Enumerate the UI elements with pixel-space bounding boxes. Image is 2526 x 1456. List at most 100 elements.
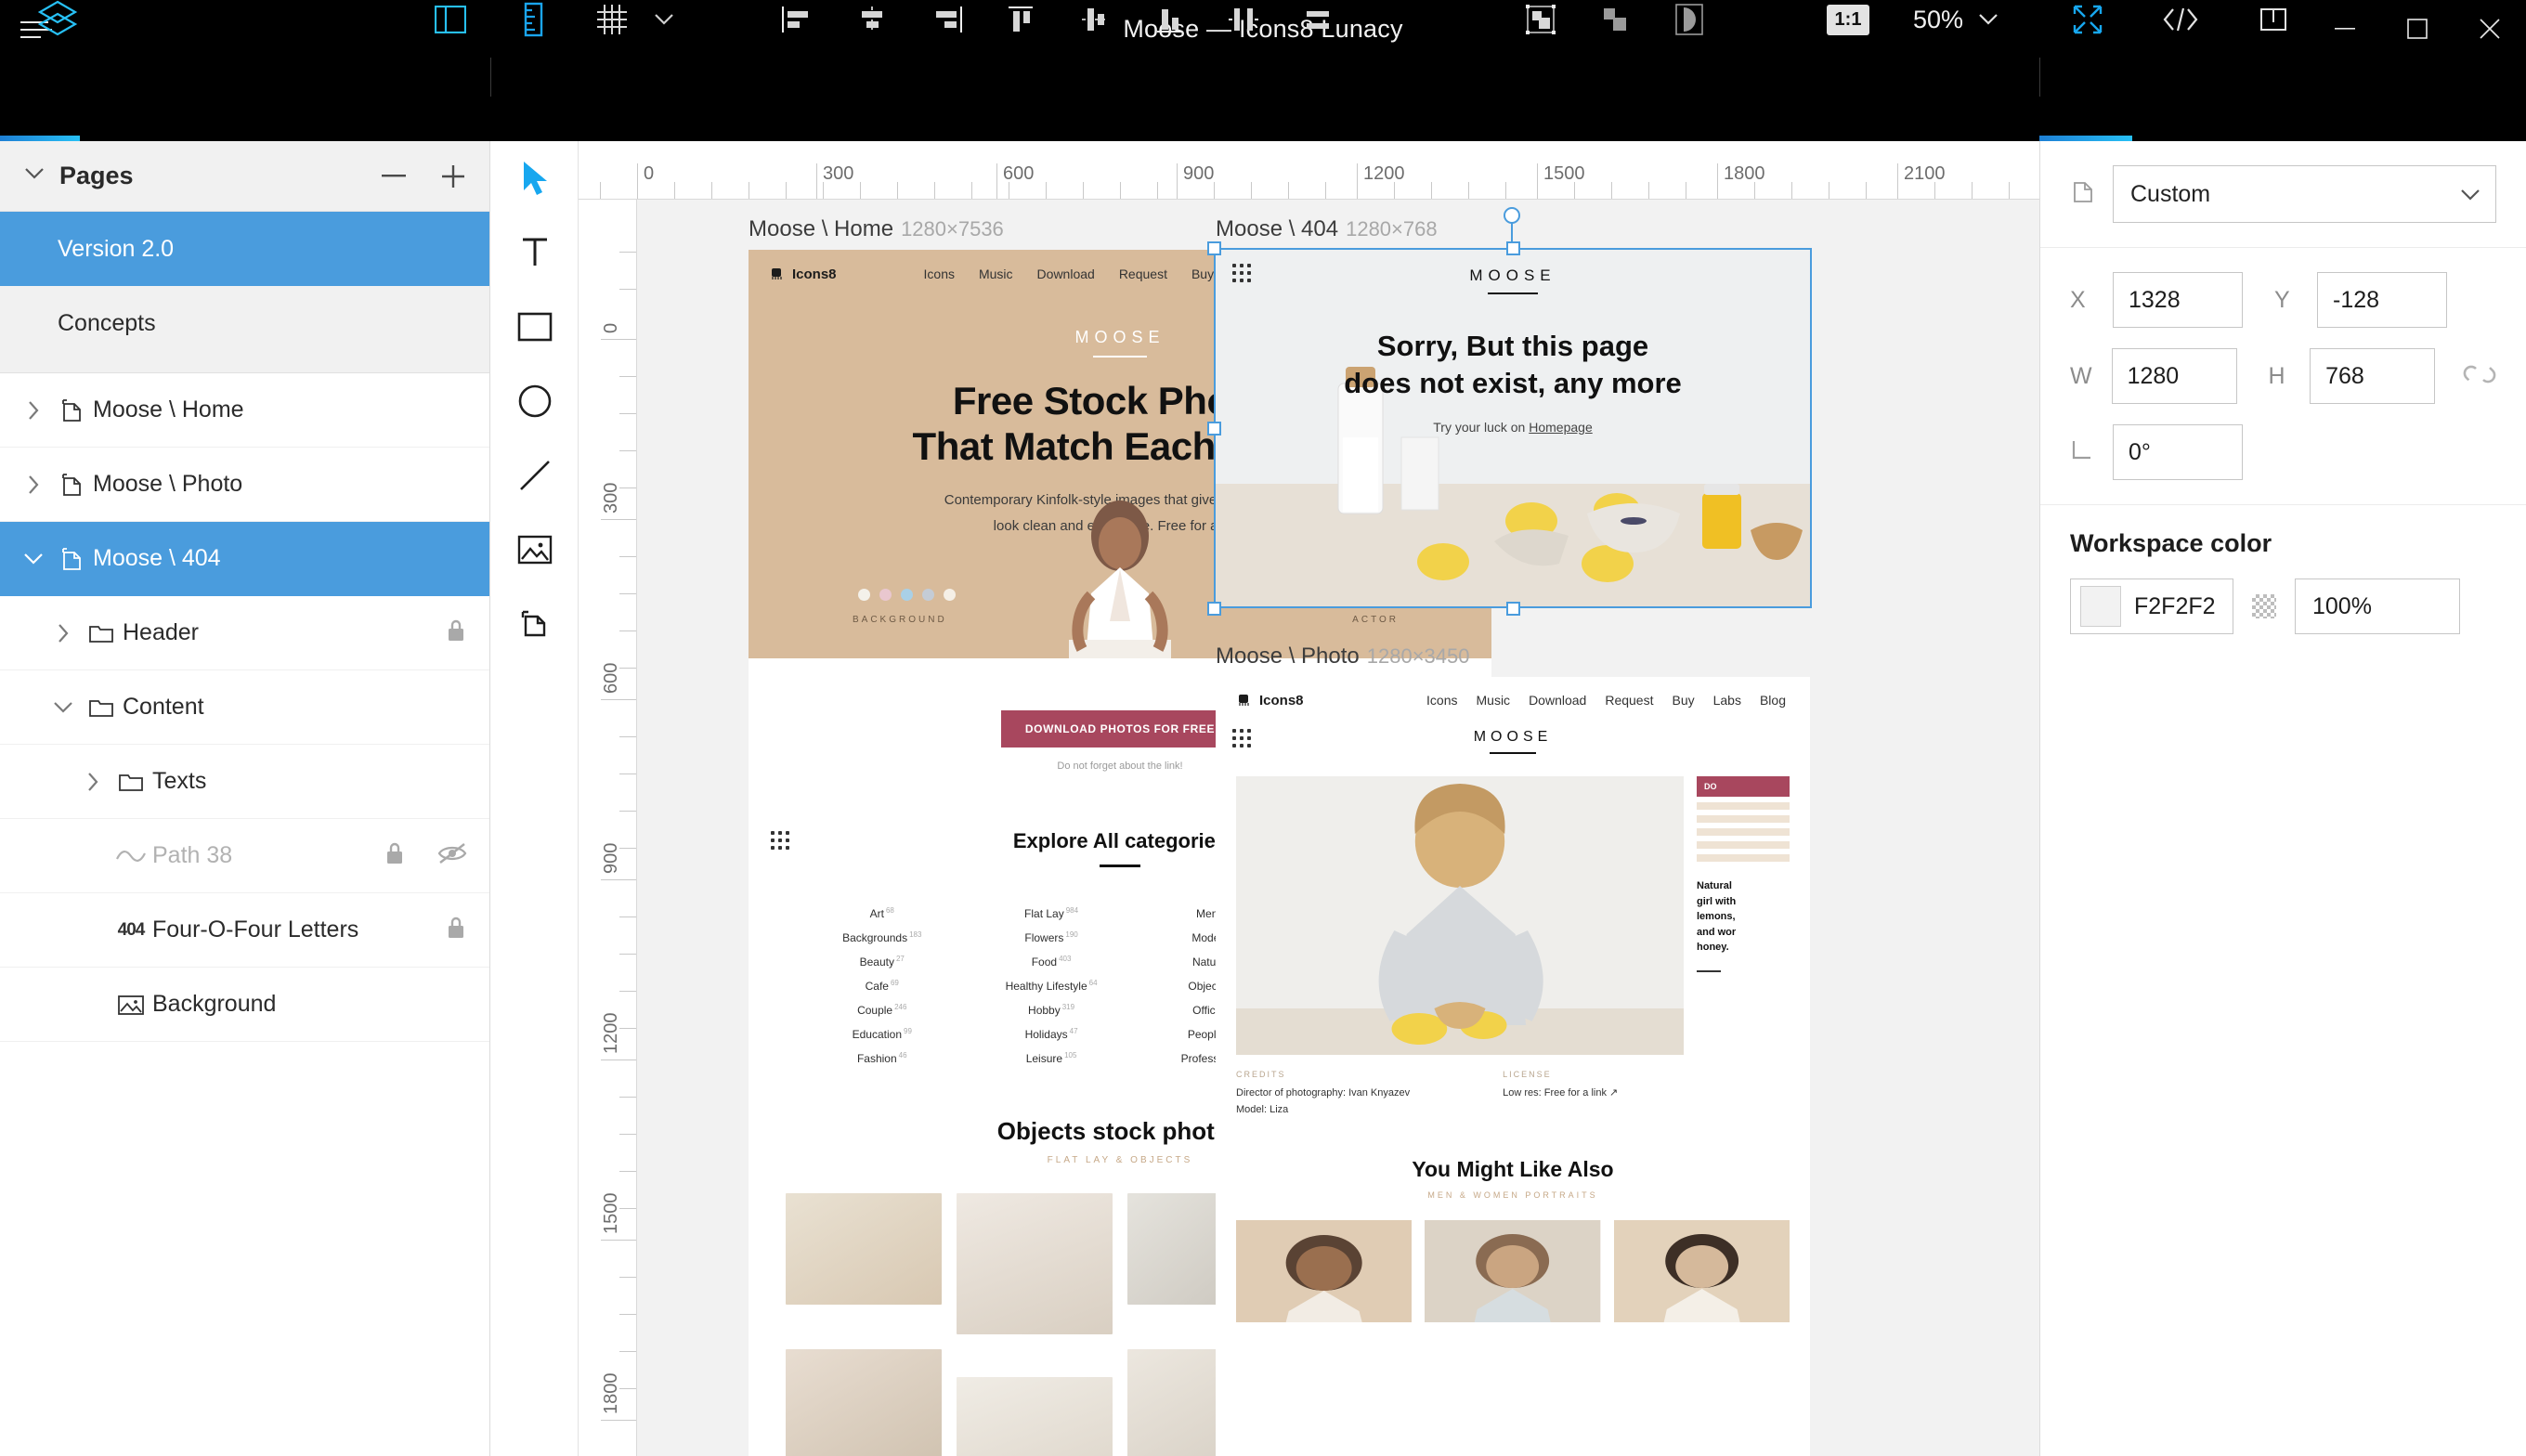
y-input[interactable]: -128 [2317,272,2447,328]
photo-thumb[interactable] [786,1349,942,1456]
artboard-404[interactable]: MOOSE 404 Sorry, But this page does not … [1216,250,1810,606]
height-input[interactable]: 768 [2310,348,2435,404]
code-icon[interactable] [2136,0,2225,59]
lunacy-layers-logo[interactable] [13,0,101,59]
layer-row-moose-home[interactable]: Moose \ Home [0,373,489,448]
artboard-label-404[interactable]: Moose \ 404 1280×768 [1216,216,1438,242]
maximize-icon[interactable] [2381,0,2454,58]
minimize-icon[interactable] [2309,0,2381,58]
plus-icon[interactable] [437,161,469,192]
broken-link-icon[interactable] [2463,360,2496,393]
align-left-icon[interactable] [762,0,834,59]
dots-grid-icon[interactable] [771,831,789,850]
nav-item-blog[interactable]: Blog [1760,693,1786,708]
homepage-link[interactable]: Homepage [1529,420,1593,435]
nav-item-icons[interactable]: Icons [1426,693,1457,708]
align-right-icon[interactable] [910,0,983,59]
minus-icon[interactable] [378,161,410,192]
mask-icon[interactable] [1504,0,1577,59]
nav-item-music[interactable]: Music [979,266,1013,281]
flatten-icon[interactable] [1579,0,1651,59]
nav-item-icons[interactable]: Icons [924,266,955,281]
text-tool[interactable] [490,215,579,290]
category-item[interactable]: Art 68 [870,906,894,920]
category-item[interactable]: Fashion 46 [857,1051,907,1065]
pages-header[interactable]: Pages [0,141,489,212]
chevron-right-icon[interactable] [76,772,110,792]
photo-main-image[interactable] [1236,776,1684,1055]
artboard-tool[interactable] [490,587,579,661]
photo-thumb[interactable] [786,1193,942,1305]
align-center-vertical-icon[interactable] [1059,0,1131,59]
layer-row-moose-photo[interactable]: Moose \ Photo [0,448,489,522]
distribute-vertical-icon[interactable] [1282,0,1354,59]
design-board[interactable]: Moose \ Home 1280×7536 Icons8 Icons Music… [637,200,2039,1456]
page-item-concepts[interactable]: Concepts [0,286,489,360]
preset-dropdown[interactable]: Custom [2113,165,2496,223]
left-panel-toggle-icon[interactable] [418,0,483,59]
grid-icon[interactable] [576,0,648,59]
artboard-label-photo[interactable]: Moose \ Photo 1280×3450 [1216,644,1470,670]
nav-item-buy[interactable]: Buy [1672,693,1694,708]
nav-item-music[interactable]: Music [1477,693,1511,708]
canvas-area[interactable]: 0 300 600 900 1200 1500 1800 2100 0 300 … [579,141,2039,1456]
align-center-horizontal-icon[interactable] [836,0,908,59]
rotation-input[interactable]: 0° [2113,424,2243,480]
swatch-dot[interactable] [879,589,892,601]
artboard-label-home[interactable]: Moose \ Home 1280×7536 [749,216,1004,242]
color-swatch[interactable] [2080,586,2121,627]
dots-grid-icon[interactable] [1232,264,1251,282]
chevron-down-icon[interactable] [24,167,45,185]
dots-grid-icon[interactable] [1232,729,1251,748]
scale-1-1-button[interactable]: 1:1 [1811,0,1885,59]
layer-row-moose-404[interactable]: Moose \ 404 [0,522,489,596]
like-thumb[interactable] [1425,1220,1601,1323]
nav-item-download[interactable]: Download [1037,266,1095,281]
like-thumb[interactable] [1236,1220,1413,1323]
hidden-eye-icon[interactable] [437,841,467,872]
export-icon[interactable] [2229,0,2318,59]
x-input[interactable]: 1328 [2113,272,2243,328]
category-item[interactable]: Leisure 105 [1026,1051,1077,1065]
artboard-photo[interactable]: Icons8 Icons Music Download Request Buy … [1216,677,1810,1456]
rectangle-tool[interactable] [490,290,579,364]
swatch-dot[interactable] [922,589,934,601]
nav-item-labs[interactable]: Labs [1713,693,1741,708]
category-item[interactable]: Healthy Lifestyle 64 [1006,979,1098,993]
ellipse-tool[interactable] [490,364,579,438]
resize-handle-bottom-left[interactable] [1207,602,1221,616]
lock-icon[interactable] [445,618,467,650]
category-item[interactable]: Couple 246 [857,1003,906,1017]
image-tool[interactable] [490,513,579,587]
layer-row-content[interactable]: Content [0,670,489,745]
photo-thumb[interactable] [957,1193,1113,1334]
category-item[interactable]: Hobby 319 [1028,1003,1074,1017]
transparency-checker-icon[interactable] [2252,594,2276,618]
swatch-dot[interactable] [858,589,870,601]
nav-item-request[interactable]: Request [1605,693,1653,708]
distribute-horizontal-icon[interactable] [1207,0,1280,59]
download-photos-button[interactable]: DOWNLOAD PHOTOS FOR FREE [1000,710,1240,748]
category-item[interactable]: Flat Lay 984 [1024,906,1078,920]
ruler-icon[interactable] [501,0,574,59]
category-item[interactable]: Backgrounds 183 [842,930,921,944]
swatch-dot[interactable] [944,589,956,601]
chevron-down-icon[interactable] [46,701,80,714]
category-item[interactable]: Beauty 27 [860,955,905,968]
category-item[interactable]: Food 403 [1032,955,1072,968]
ruler-horizontal[interactable]: 0 300 600 900 1200 1500 1800 2100 [579,141,2039,200]
chevron-right-icon[interactable] [17,400,50,421]
nav-item-request[interactable]: Request [1119,266,1167,281]
workspace-color-field[interactable]: F2F2F2 [2070,578,2233,634]
swatch-dot[interactable] [901,589,913,601]
rotation-handle[interactable] [1504,207,1520,224]
close-icon[interactable] [2454,0,2526,58]
chevron-right-icon[interactable] [17,474,50,495]
like-thumb[interactable] [1613,1220,1790,1323]
nav-item-buy[interactable]: Buy [1191,266,1214,281]
half-fill-icon[interactable] [1653,0,1725,59]
layer-row-four-o-four-letters[interactable]: 404 Four-O-Four Letters [0,893,489,968]
chevron-right-icon[interactable] [46,623,80,644]
lock-icon[interactable] [445,915,467,947]
nav-item-download[interactable]: Download [1529,693,1586,708]
